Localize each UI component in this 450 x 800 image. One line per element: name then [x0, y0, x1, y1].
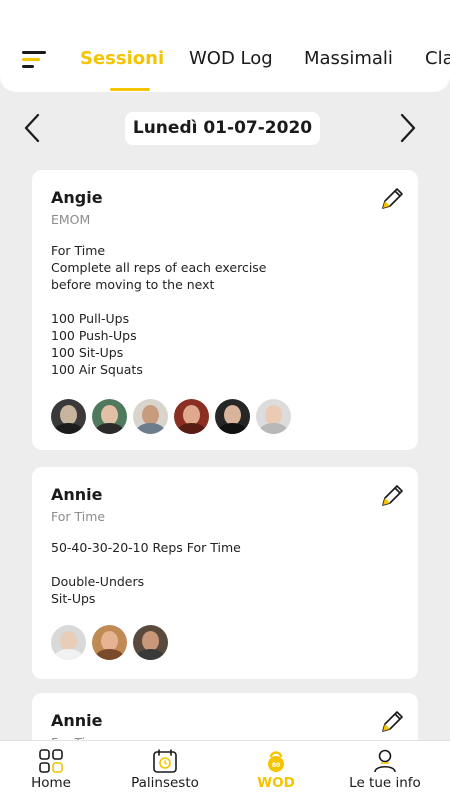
- workout-title: Angie: [51, 188, 103, 207]
- participants: [51, 399, 297, 434]
- nav-le-tue-info-label: Le tue info: [349, 775, 421, 791]
- chevron-left-icon[interactable]: [18, 113, 48, 143]
- workout-title: Annie: [51, 485, 103, 504]
- nav-wod-label: WOD: [257, 775, 295, 791]
- tab-classifica[interactable]: Cla: [425, 48, 450, 69]
- nav-le-tue-info[interactable]: Le tue info: [340, 741, 430, 800]
- workout-title: Annie: [51, 711, 103, 730]
- pencil-icon[interactable]: [378, 185, 406, 213]
- top-bar: Sessioni WOD Log Massimali Cla: [0, 0, 450, 92]
- avatar[interactable]: [92, 399, 127, 434]
- tab-sessioni[interactable]: Sessioni: [80, 48, 164, 69]
- tab-wod-log[interactable]: WOD Log: [189, 48, 273, 69]
- date-label[interactable]: Lunedì 01-07-2020: [125, 112, 320, 145]
- nav-wod[interactable]: 80 WOD: [238, 741, 314, 800]
- nav-home-label: Home: [31, 775, 71, 791]
- avatar[interactable]: [51, 625, 86, 660]
- menu-icon[interactable]: [22, 50, 48, 70]
- tab-massimali[interactable]: Massimali: [304, 48, 393, 69]
- workout-description: 50-40-30-20-10 Reps For Time Double-Unde…: [51, 540, 241, 606]
- avatar[interactable]: [133, 625, 168, 660]
- workout-description: For Time Complete all reps of each exerc…: [51, 243, 267, 377]
- avatar[interactable]: [51, 399, 86, 434]
- bottom-navigation: Home Palinsesto 80 WOD Le tue info: [0, 740, 450, 800]
- workout-card[interactable]: Annie For Time 50-40-30-20-10 Reps For T…: [32, 467, 418, 679]
- avatar[interactable]: [215, 399, 250, 434]
- chevron-right-icon[interactable]: [392, 113, 422, 143]
- avatar[interactable]: [256, 399, 291, 434]
- pencil-icon[interactable]: [378, 708, 406, 736]
- nav-palinsesto[interactable]: Palinsesto: [120, 741, 210, 800]
- user-icon: [374, 749, 396, 773]
- workout-type: EMOM: [51, 212, 91, 227]
- kettlebell-icon: 80: [268, 751, 284, 772]
- active-tab-indicator: [110, 88, 150, 91]
- participants: [51, 625, 174, 660]
- pencil-icon[interactable]: [378, 482, 406, 510]
- nav-home[interactable]: Home: [10, 741, 92, 800]
- nav-palinsesto-label: Palinsesto: [131, 775, 199, 791]
- workout-type: For Time: [51, 509, 106, 524]
- avatar[interactable]: [174, 399, 209, 434]
- calendar-icon: [153, 749, 177, 773]
- svg-text:80: 80: [272, 762, 280, 769]
- workout-card[interactable]: Angie EMOM For Time Complete all reps of…: [32, 170, 418, 450]
- avatar[interactable]: [133, 399, 168, 434]
- grid-icon: [39, 749, 63, 773]
- avatar[interactable]: [92, 625, 127, 660]
